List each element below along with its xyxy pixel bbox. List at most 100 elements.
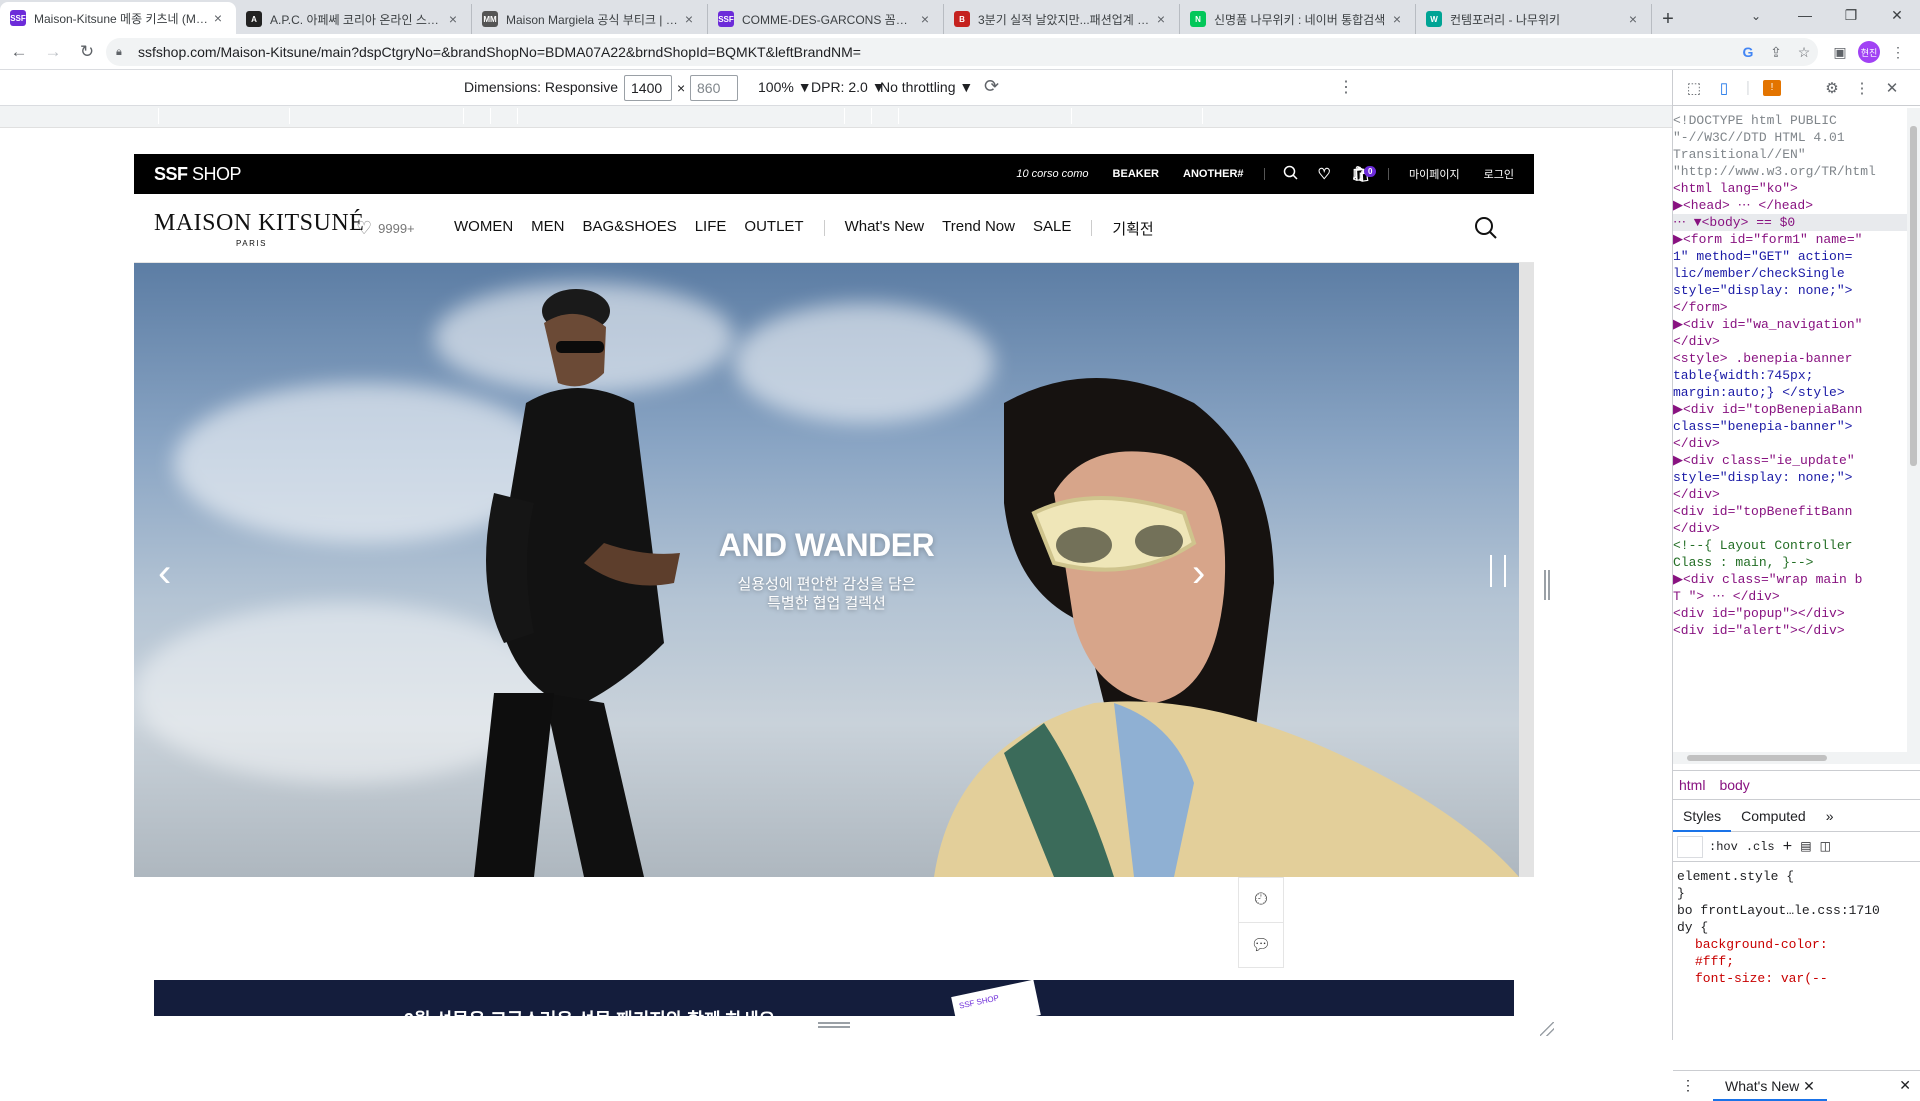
- hero-next-arrow-icon[interactable]: ›: [1192, 551, 1205, 596]
- browser-tab[interactable]: B 3분기 실적 날았지만...패션업계 고민 ×: [944, 4, 1180, 34]
- crumb-body[interactable]: body: [1719, 777, 1749, 793]
- profile-avatar[interactable]: 현진: [1858, 41, 1880, 63]
- hero-banner[interactable]: AND WANDER 실용성에 편안한 감성을 담은 특별한 협업 컬렉션 ‹ …: [134, 263, 1519, 877]
- bookmark-star-icon[interactable]: ☆: [1790, 44, 1818, 61]
- drawer-tab-whats-new[interactable]: What's New ✕: [1713, 1071, 1827, 1101]
- link-another[interactable]: ANOTHER#: [1183, 168, 1244, 180]
- crumb-html[interactable]: html: [1679, 777, 1705, 793]
- my-page-link[interactable]: 마이페이지: [1409, 166, 1460, 182]
- devtools-menu-icon[interactable]: ⋮: [1847, 79, 1877, 97]
- viewport-height-input[interactable]: [690, 75, 738, 101]
- dom-node-line[interactable]: <!DOCTYPE html PUBLIC: [1673, 112, 1907, 129]
- style-rule-line[interactable]: background-color:: [1677, 936, 1903, 953]
- dom-node-line[interactable]: Class : main, }-->: [1673, 554, 1907, 571]
- tab-close-icon[interactable]: ×: [1625, 11, 1641, 27]
- dom-node-line[interactable]: margin:auto;} </style>: [1673, 384, 1907, 401]
- viewport-resize-corner[interactable]: [1540, 1022, 1554, 1036]
- menu-bag-shoes[interactable]: BAG&SHOES: [583, 218, 677, 239]
- link-beaker[interactable]: BEAKER: [1113, 168, 1159, 180]
- restore-icon[interactable]: ❐: [1828, 0, 1874, 30]
- styles-filter-input[interactable]: [1677, 835, 1703, 858]
- menu-whats-new[interactable]: What's New: [845, 218, 925, 239]
- tab-close-icon[interactable]: ×: [210, 10, 226, 26]
- menu-special[interactable]: 기획전: [1112, 218, 1153, 239]
- browser-tab[interactable]: W 컨템포러리 - 나무위키 ×: [1416, 4, 1652, 34]
- brand-like[interactable]: ♡ 9999+: [356, 218, 415, 239]
- dom-node-line[interactable]: ▶<div class="ie_update": [1673, 452, 1907, 469]
- dom-node-line[interactable]: </div>: [1673, 333, 1907, 350]
- menu-trend-now[interactable]: Trend Now: [942, 218, 1015, 239]
- browser-tab[interactable]: A A.P.C. 아페쎄 코리아 온라인 스토어 ×: [236, 4, 472, 34]
- hero-prev-arrow-icon[interactable]: ‹: [158, 551, 171, 596]
- side-panel-icon[interactable]: ▣: [1826, 44, 1854, 61]
- address-bar[interactable]: 🔒︎ ssfshop.com/Maison-Kitsune/main?dspCt…: [106, 38, 1818, 66]
- minimize-icon[interactable]: —: [1782, 0, 1828, 30]
- paint-icon[interactable]: ▤: [1800, 839, 1811, 854]
- close-window-icon[interactable]: ✕: [1874, 0, 1920, 30]
- link-corso-como[interactable]: 10 corso como: [1016, 168, 1088, 180]
- dom-node-line[interactable]: "http://www.w3.org/TR/html: [1673, 163, 1907, 180]
- menu-outlet[interactable]: OUTLET: [744, 218, 803, 239]
- rotate-icon[interactable]: ⟳: [984, 76, 999, 97]
- browser-tab[interactable]: SSF Maison-Kitsune 메종 키츠네 (Maison Kitsune…: [0, 2, 236, 34]
- ssf-logo[interactable]: SSF SHOP: [154, 164, 242, 185]
- dom-node-line[interactable]: T "> ⋯ </div>: [1673, 588, 1907, 605]
- browser-tab[interactable]: MM Maison Margiela 공식 부티크 | 메종 마르지엘라×: [472, 4, 708, 34]
- dom-node-line[interactable]: table{width:745px;: [1673, 367, 1907, 384]
- reload-icon[interactable]: ↻: [72, 37, 102, 67]
- dom-node-line[interactable]: <div id="alert"></div>: [1673, 622, 1907, 639]
- google-icon[interactable]: G: [1734, 44, 1762, 60]
- style-rule-line[interactable]: #fff;: [1677, 953, 1903, 970]
- dom-node-line[interactable]: <div id="popup"></div>: [1673, 605, 1907, 622]
- tab-computed[interactable]: Computed: [1731, 800, 1816, 832]
- device-toggle-icon[interactable]: ▯: [1709, 79, 1739, 97]
- tab-close-icon[interactable]: ×: [681, 11, 697, 27]
- dom-node-line[interactable]: <style> .benepia-banner: [1673, 350, 1907, 367]
- dom-node-line[interactable]: "-//W3C//DTD HTML 4.01: [1673, 129, 1907, 146]
- dom-node-line[interactable]: </div>: [1673, 520, 1907, 537]
- dpr-dropdown[interactable]: DPR: 2.0 ▼: [811, 79, 886, 95]
- sidebar-toggle-icon[interactable]: ◫: [1820, 839, 1831, 854]
- menu-sale[interactable]: SALE: [1033, 218, 1071, 239]
- dom-node-line[interactable]: ▶<div id="wa_navigation": [1673, 316, 1907, 333]
- forward-arrow-icon[interactable]: →: [38, 37, 68, 67]
- dom-node-line[interactable]: style="display: none;">: [1673, 469, 1907, 486]
- tab-close-icon[interactable]: ×: [1389, 11, 1405, 27]
- dom-node-line[interactable]: <!--{ Layout Controller: [1673, 537, 1907, 554]
- menu-life[interactable]: LIFE: [695, 218, 727, 239]
- promo-banner[interactable]: 9월 선물은 고급스러운 선물 패키지와 함께 하세요 SSF SHOP: [154, 980, 1514, 1016]
- device-options-icon[interactable]: ⋮: [1338, 77, 1354, 97]
- style-rule-line[interactable]: dy {: [1677, 919, 1903, 936]
- browser-tab[interactable]: SSF COMME-DES-GARCONS 꼼데가르송×: [708, 4, 944, 34]
- viewport-width-input[interactable]: [624, 75, 672, 101]
- recent-history-icon[interactable]: 🕘︎: [1238, 877, 1284, 923]
- throttling-dropdown[interactable]: No throttling ▼: [880, 79, 973, 95]
- hero-pause-icon[interactable]: [1488, 555, 1510, 587]
- settings-gear-icon[interactable]: ⚙: [1817, 79, 1847, 97]
- dom-node-line[interactable]: </div>: [1673, 486, 1907, 503]
- browser-tab[interactable]: N 신명품 나무위키 : 네이버 통합검색 ×: [1180, 4, 1416, 34]
- tab-close-icon[interactable]: ×: [1153, 11, 1169, 27]
- dom-node-line[interactable]: lic/member/checkSingle: [1673, 265, 1907, 282]
- dom-node-line[interactable]: </form>: [1673, 299, 1907, 316]
- dom-node-line[interactable]: ⋯ ▼<body> == $0: [1673, 214, 1907, 231]
- viewport-resize-handle-bottom[interactable]: [818, 1022, 850, 1028]
- heart-icon[interactable]: ♡: [1318, 165, 1331, 183]
- dom-node-line[interactable]: 1" method="GET" action=: [1673, 248, 1907, 265]
- brand-search-icon[interactable]: [1474, 216, 1498, 240]
- new-tab-button[interactable]: +: [1652, 4, 1684, 34]
- style-rule-line[interactable]: element.style {: [1677, 868, 1903, 885]
- dom-node-line[interactable]: style="display: none;">: [1673, 282, 1907, 299]
- dom-node-line[interactable]: Transitional//EN": [1673, 146, 1907, 163]
- cls-toggle[interactable]: .cls: [1746, 840, 1775, 854]
- dom-node-line[interactable]: ▶<head> ⋯ </head>: [1673, 197, 1907, 214]
- viewport-resize-handle-right[interactable]: [1544, 570, 1550, 600]
- style-rule-line[interactable]: font-size: var(--: [1677, 970, 1903, 987]
- new-rule-icon[interactable]: +: [1783, 838, 1793, 856]
- dom-node-line[interactable]: class="benepia-banner">: [1673, 418, 1907, 435]
- tab-close-icon[interactable]: ×: [917, 11, 933, 27]
- page-scrollbar[interactable]: [1519, 263, 1534, 877]
- address-url[interactable]: ssfshop.com/Maison-Kitsune/main?dspCtgry…: [138, 44, 861, 60]
- back-arrow-icon[interactable]: ←: [4, 37, 34, 67]
- hov-toggle[interactable]: :hov: [1709, 840, 1738, 854]
